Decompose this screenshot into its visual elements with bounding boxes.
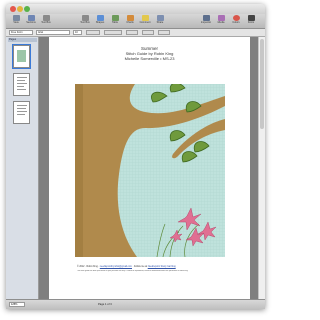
page-thumbnail-1[interactable]	[12, 44, 31, 69]
font-size-select[interactable]: 10	[73, 30, 82, 35]
page-thumbnails-sidebar: Pages	[6, 37, 39, 299]
media-button[interactable]: Media	[214, 15, 228, 27]
status-bar: 125% Page 1 of 3	[6, 299, 265, 309]
alignment-buttons[interactable]	[104, 30, 122, 35]
format-bar: Free Form Arial 10	[6, 29, 265, 37]
font-select[interactable]: Arial	[36, 30, 70, 35]
close-window-button[interactable]	[10, 6, 16, 12]
share-button[interactable]: Share	[153, 15, 167, 27]
sidebar-header: Pages	[8, 38, 37, 42]
columns-select[interactable]	[142, 30, 154, 35]
table-button[interactable]: Table	[108, 15, 122, 27]
zoom-window-button[interactable]	[24, 6, 30, 12]
fonts-button[interactable]: Fonts	[244, 15, 258, 27]
title-bar: Summer stitch guide MS-23.pages (Word Pr…	[6, 4, 265, 18]
textbox-button-left[interactable]: Text Box	[39, 15, 53, 27]
footer-fine-print: This stitch guide has been purchased for…	[77, 270, 189, 272]
list-select[interactable]	[158, 30, 170, 35]
spacing-select[interactable]	[126, 30, 138, 35]
style-select[interactable]: Free Form	[9, 30, 33, 35]
minimize-window-button[interactable]	[17, 6, 23, 12]
page-indicator: Page 1 of 3	[98, 303, 112, 306]
pages-window: Summer stitch guide MS-23.pages (Word Pr…	[6, 4, 265, 309]
page-thumbnail-3[interactable]	[13, 101, 30, 124]
document-area[interactable]: Summer Stitch Guide by Robin King Michel…	[39, 37, 258, 299]
scrollbar-thumb[interactable]	[260, 39, 264, 129]
design-line: Michelle Somerville • MS-23	[124, 56, 175, 61]
footer-follow: · Follow me at	[132, 266, 148, 268]
vertical-scrollbar[interactable]	[258, 37, 265, 299]
charts-button[interactable]: Charts	[123, 15, 137, 27]
inspector-button[interactable]: Inspector	[199, 15, 213, 27]
needlepoint-canvas-image	[75, 84, 225, 257]
shapes-button[interactable]: Shapes	[93, 15, 107, 27]
zoom-select[interactable]: 125%	[9, 302, 25, 307]
sections-button[interactable]: Sections	[24, 15, 38, 27]
thumbnail-image	[17, 50, 26, 62]
colors-button[interactable]: Colors	[229, 15, 243, 27]
page-thumbnail-2[interactable]	[13, 73, 30, 96]
textbox-button[interactable]: Text Box	[78, 15, 92, 27]
footer-email-link[interactable]: needlepointbyrobin@gmail.com	[100, 266, 132, 268]
comment-button[interactable]: Comment	[138, 15, 152, 27]
document-footer: © 2012 · Robin King · needlepointbyrobin…	[77, 266, 176, 268]
toolbar: View Sections Text Box Text Box Shapes T…	[6, 14, 265, 29]
footer-copyright: © 2012 · Robin King ·	[77, 266, 100, 268]
document-page[interactable]: Summer Stitch Guide by Robin King Michel…	[49, 37, 250, 299]
view-button[interactable]: View	[9, 15, 23, 27]
bold-italic-buttons[interactable]	[86, 30, 100, 35]
footer-blog-link[interactable]: Needlepoint Study Gal blog	[148, 266, 176, 268]
